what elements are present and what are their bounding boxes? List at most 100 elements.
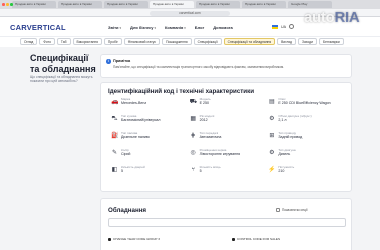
section-tabs: Огляд Фото Таб Використання Пробіг Фінан… [20, 38, 344, 45]
tab-damage[interactable]: Пошкодження [162, 38, 192, 45]
maximize-window-dot[interactable] [10, 3, 13, 6]
nav-label: Компанія [164, 25, 184, 30]
spec-value: E 250 [199, 101, 210, 105]
bullet-icon [232, 237, 235, 241]
spec-value: Задній привод [278, 135, 303, 139]
browser-tab[interactable]: Продаж авто в Україні [12, 1, 56, 8]
ukraine-flag-icon[interactable] [272, 24, 278, 29]
spec-steering: ◎ Розміщення керма Лівостороннє керування [190, 148, 269, 161]
spec-value: Автоматична [199, 135, 222, 139]
car-icon: 🚗 [111, 99, 119, 105]
body-type-icon: ⛍ [111, 116, 118, 122]
tab-photos[interactable]: Фото [39, 38, 55, 45]
spec-value: E 250 CDI BlueEfficiency Wagon [278, 101, 331, 105]
browser-tab[interactable]: Продаж авто в Україні [104, 1, 148, 8]
page-description: Що специфікації та обладнання можуть пок… [30, 75, 93, 84]
carvertical-logo[interactable]: CARVERTICAL [10, 23, 66, 32]
spec-value: Mercedes-Benz [121, 101, 147, 105]
spec-engine-volume: ⚙ Об'єм двигуна (л/фунт) 2,1 л [268, 114, 347, 127]
door-icon: ◧ [111, 167, 118, 173]
tab-tab[interactable]: Таб [56, 38, 71, 45]
watermark-logo: autoRIA [304, 9, 360, 26]
nav-business[interactable]: Для бізнесу▾ [130, 25, 156, 30]
close-window-dot[interactable] [2, 3, 5, 6]
engine-icon: ⚙ [269, 116, 275, 122]
tab-overview[interactable]: Огляд [20, 38, 38, 45]
tab-specs[interactable]: Специфікації [193, 38, 222, 45]
spec-value: Сірий [121, 152, 131, 156]
browser-tab[interactable]: Продаж авто в Україні [58, 1, 102, 8]
nav-company[interactable]: Компанія▾ [165, 25, 186, 30]
tab-appearance[interactable]: Вигляд [277, 38, 296, 45]
note-box: i Примітка Пам'ятайте, що специфікації т… [100, 54, 352, 78]
calendar-icon: ▦ [190, 116, 196, 122]
page-title: Специфікації та обладнання [30, 53, 96, 74]
tab-mileage[interactable]: Пробіг [103, 38, 122, 45]
spec-seats: ⑂ Кількість місць 5 [190, 165, 269, 178]
browser-tab[interactable]: Google Play [288, 1, 332, 8]
gearbox-icon: ⋕ [190, 133, 196, 139]
spec-value: 210 [278, 169, 285, 173]
document-icon: ▤ [268, 99, 275, 105]
language-selector[interactable]: UA [281, 25, 286, 29]
spec-fuel-type: ⛽ Тип палива Дизельне паливо [111, 131, 190, 144]
browser-tab-active[interactable]: Продаж авто в Україні [150, 1, 194, 8]
seat-icon: ⑂ [191, 167, 195, 173]
main-nav: Звіти▾ Для бізнесу▾ Компанія▾ Блог Допом… [108, 25, 233, 30]
note-title: Примітка [113, 59, 131, 63]
optional-label: Показати як опції [282, 208, 308, 212]
equipment-search-input[interactable] [108, 218, 346, 227]
tab-measures[interactable]: Заходи [297, 38, 317, 45]
equipment-item-label: CONTROL CODE FOR SALES [237, 237, 281, 241]
browser-tab-bar: Продаж авто в Україні Продаж авто в Укра… [0, 0, 380, 9]
specs-grid: 🚗 Марка Mercedes-Benz ⛟ Модель E 250 ▤ Опис E … [111, 97, 347, 178]
spec-engine-type: ⚙ Тип двигуна Дизель [268, 148, 347, 161]
spec-value: 2012 [199, 118, 208, 122]
spec-body-type: ⛍ Тип кузова Багатомісний/універсал [111, 114, 190, 127]
steering-icon: ◎ [190, 150, 196, 156]
spec-value: Дизельне паливо [121, 135, 150, 139]
browser-tab[interactable]: Продаж авто в Україні [242, 1, 286, 8]
info-icon: i [106, 59, 111, 64]
spec-color: ✎ Колір Сірий [111, 148, 190, 161]
header-actions: UA [272, 24, 294, 29]
spec-make: 🚗 Марка Mercedes-Benz [111, 97, 190, 110]
equipment-item-label: CHANGE YEAR CODE GROUP 3 [113, 237, 160, 241]
spec-value: 5 [121, 169, 123, 173]
spec-value: Багатомісний/універсал [121, 118, 161, 122]
engine-type-icon: ⚙ [269, 150, 275, 156]
spec-doors: ◧ Кількість дверей 5 [111, 165, 190, 178]
nav-reports[interactable]: Звіти▾ [108, 25, 121, 30]
checkbox[interactable] [276, 208, 280, 212]
chevron-down-icon: ▾ [119, 26, 122, 30]
browser-tab[interactable]: Продаж авто в Україні [196, 1, 240, 8]
tab-financial[interactable]: Фінансовий статус [123, 38, 161, 45]
show-optional-toggle[interactable]: Показати як опції [276, 208, 307, 212]
user-icon[interactable] [289, 24, 294, 29]
spec-transmission: ⋕ Тип передачі Автоматична [190, 131, 269, 144]
nav-help[interactable]: Допомога [213, 25, 232, 30]
tab-usage[interactable]: Використання [72, 38, 102, 45]
nav-label: Для бізнесу [130, 25, 154, 30]
spec-value: 2,1 л [278, 118, 287, 122]
minimize-window-dot[interactable] [6, 3, 9, 6]
bullet-icon [108, 237, 111, 241]
paint-icon: ✎ [111, 150, 118, 156]
drive-icon: ⊞ [269, 133, 275, 139]
spec-value: Лівостороннє керування [199, 152, 241, 156]
logo-accent-text: VERTICAL [26, 23, 66, 32]
spec-model: ⛟ Модель E 250 [190, 97, 269, 110]
spec-power: ⚡ Потужність 210 [268, 165, 347, 178]
tab-specs-equipment[interactable]: Специфікації та обладнання [223, 38, 276, 45]
specs-title: Ідентифікаційний код і технічні характер… [108, 88, 255, 95]
tab-benchmarks[interactable]: Бенчмарки [318, 38, 344, 45]
logo-main-text: CAR [10, 23, 27, 32]
window-controls [2, 3, 13, 6]
power-icon: ⚡ [268, 167, 276, 173]
equipment-item: CHANGE YEAR CODE GROUP 3 [108, 237, 160, 241]
note-text: Пам'ятайте, що специфікації та комплекта… [113, 65, 285, 69]
nav-blog[interactable]: Блог [195, 25, 204, 30]
url-field[interactable]: carvertical.com [150, 10, 230, 16]
spec-description: ▤ Опис E 250 CDI BlueEfficiency Wagon [268, 97, 347, 110]
spec-value: 5 [199, 169, 202, 173]
